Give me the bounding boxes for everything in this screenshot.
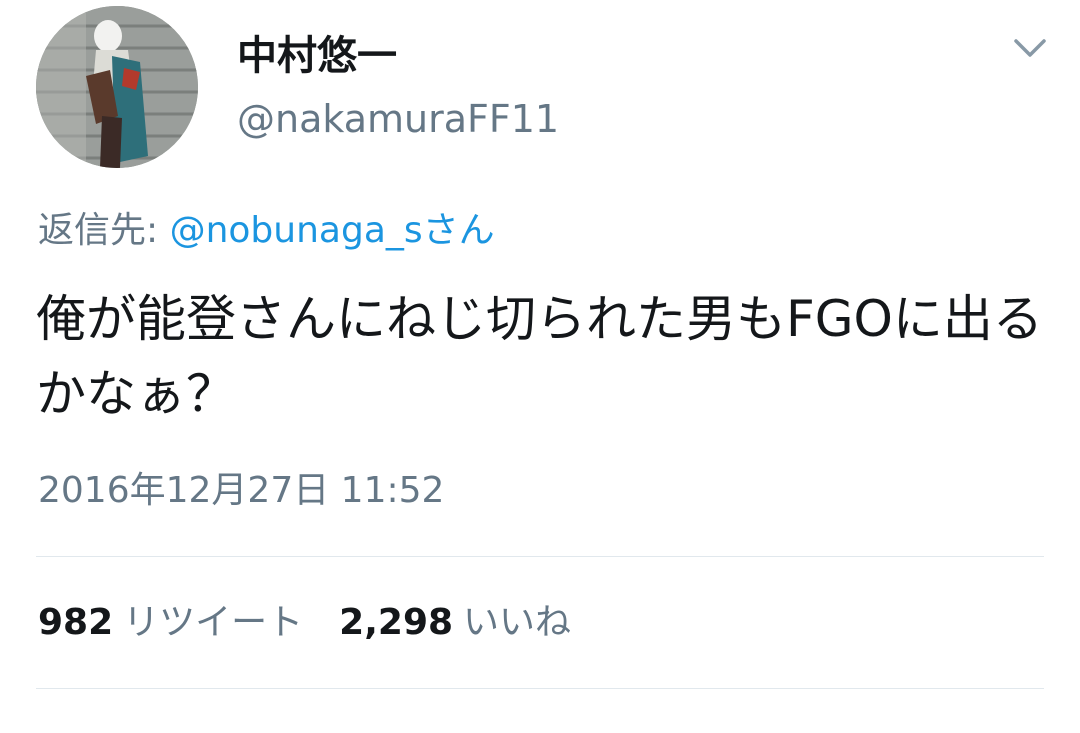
reply-context: 返信先: @nobunaga_sさん <box>38 206 495 256</box>
retweets-stat[interactable]: 982 リツイート <box>38 598 303 648</box>
likes-label: いいね <box>463 602 572 643</box>
retweets-label: リツイート <box>123 602 304 643</box>
display-name[interactable]: 中村悠一 <box>237 30 397 82</box>
tweet-stats: 982 リツイート 2,298 いいね <box>38 598 571 648</box>
chevron-down-icon[interactable] <box>1008 32 1052 64</box>
tweet-text: 俺が能登さんにねじ切られた男もFGOに出るかなぁ？ <box>36 290 1043 423</box>
avatar[interactable] <box>36 6 198 168</box>
user-handle[interactable]: @nakamuraFF11 <box>237 94 559 144</box>
reply-mention-link[interactable]: @nobunaga_sさん <box>170 210 495 251</box>
divider <box>36 688 1044 689</box>
tweet-timestamp[interactable]: 2016年12月27日 11:52 <box>38 466 444 516</box>
likes-stat[interactable]: 2,298 いいね <box>339 598 571 648</box>
reply-prefix: 返信先: <box>38 210 170 251</box>
divider <box>36 556 1044 557</box>
avatar-image <box>36 6 198 168</box>
retweets-count: 982 <box>38 602 114 643</box>
likes-count: 2,298 <box>339 602 454 643</box>
